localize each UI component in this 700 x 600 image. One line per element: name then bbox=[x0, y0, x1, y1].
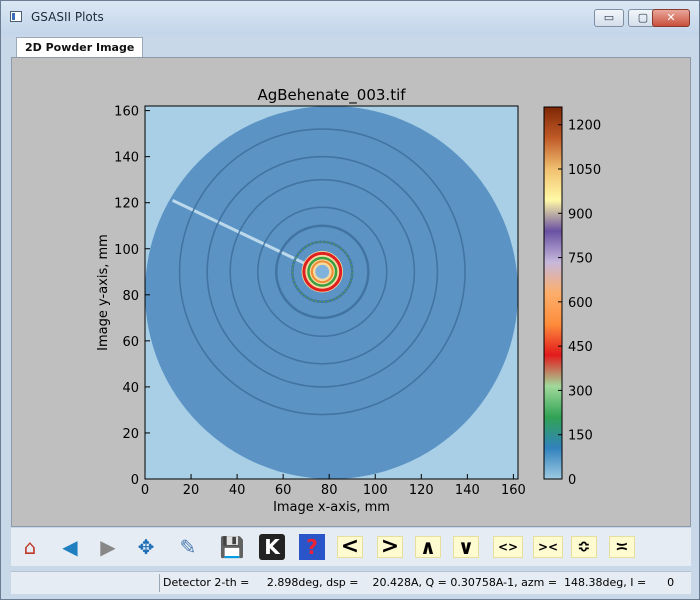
x-tick-label: 60 bbox=[275, 483, 292, 498]
colorbar-tick-label: 1200 bbox=[568, 119, 601, 134]
status-separator bbox=[159, 574, 160, 592]
tab-2d-powder-image[interactable]: 2D Powder Image bbox=[16, 37, 144, 57]
key-shrink-horizontal-button[interactable]: >< bbox=[533, 536, 563, 558]
close-button[interactable]: ✕ bbox=[652, 9, 690, 27]
window-title: GSASII Plots bbox=[31, 10, 104, 24]
back-icon[interactable]: ◀ bbox=[57, 534, 83, 560]
powder-image-chart[interactable]: 0 20 40 60 80 100 120 140 160 0 20 40 60 80 100 120 140 1… bbox=[12, 58, 690, 526]
x-axis-label: Image x-axis, mm bbox=[273, 500, 390, 515]
app-icon bbox=[10, 11, 22, 22]
key-up-button[interactable]: ∧ bbox=[415, 536, 441, 558]
help-icon[interactable]: ? bbox=[299, 534, 325, 560]
key-shrink-vertical-button[interactable]: ≍ bbox=[609, 536, 635, 558]
status-bar: Detector 2-th = 2.898deg, dsp = 20.428A,… bbox=[11, 571, 691, 594]
colorbar-tick-label: 900 bbox=[568, 207, 593, 222]
home-icon[interactable]: ⌂ bbox=[17, 534, 43, 560]
y-tick-label: 160 bbox=[114, 105, 139, 120]
x-tick-label: 120 bbox=[409, 483, 434, 498]
y-tick-label: 120 bbox=[114, 197, 139, 212]
y-axis-label: Image y-axis, mm bbox=[96, 234, 111, 351]
detector-area bbox=[145, 106, 518, 479]
key-down-button[interactable]: ∨ bbox=[453, 536, 479, 558]
plot-panel: 0 20 40 60 80 100 120 140 160 0 20 40 60 80 100 120 140 1… bbox=[11, 57, 691, 527]
y-tick-label: 40 bbox=[122, 381, 139, 396]
colorbar-tick-label: 0 bbox=[568, 473, 576, 488]
y-tick-label: 100 bbox=[114, 243, 139, 258]
y-tick-label: 60 bbox=[122, 335, 139, 350]
status-text: Detector 2-th = 2.898deg, dsp = 20.428A,… bbox=[163, 576, 675, 589]
colorbar-tick-label: 450 bbox=[568, 340, 593, 355]
colorbar-tick-label: 750 bbox=[568, 252, 593, 267]
tab-bar: 2D Powder Image bbox=[11, 35, 691, 57]
k-icon[interactable]: K bbox=[259, 534, 285, 560]
chart-title: AgBehenate_003.tif bbox=[257, 86, 406, 105]
x-tick-label: 140 bbox=[455, 483, 480, 498]
x-tick-label: 0 bbox=[141, 483, 149, 498]
key-right-button[interactable]: > bbox=[377, 536, 403, 558]
forward-icon[interactable]: ▶ bbox=[95, 534, 121, 560]
y-tick-label: 20 bbox=[122, 427, 139, 442]
colorbar-tick-label: 600 bbox=[568, 296, 593, 311]
y-tick-label: 140 bbox=[114, 151, 139, 166]
y-tick-label: 0 bbox=[131, 473, 139, 488]
title-bar[interactable]: GSASII Plots ▭ ▢ ✕ bbox=[1, 1, 699, 35]
colorbar-tick-label: 150 bbox=[568, 429, 593, 444]
plot-toolbar: ⌂ ◀ ▶ ✥ ✎ 💾 K ? < > ∧ ∨ <> >< ≎ ≍ bbox=[11, 528, 691, 566]
zoom-icon[interactable]: ✎ bbox=[175, 534, 201, 560]
x-tick-label: 20 bbox=[183, 483, 200, 498]
key-expand-horizontal-button[interactable]: <> bbox=[493, 536, 523, 558]
pan-icon[interactable]: ✥ bbox=[133, 534, 159, 560]
x-tick-label: 80 bbox=[321, 483, 338, 498]
colorbar-tick-label: 1050 bbox=[568, 163, 601, 178]
key-expand-vertical-button[interactable]: ≎ bbox=[571, 536, 597, 558]
key-left-button[interactable]: < bbox=[337, 536, 363, 558]
minimize-button[interactable]: ▭ bbox=[594, 9, 624, 27]
x-tick-label: 40 bbox=[229, 483, 246, 498]
colorbar bbox=[543, 106, 563, 480]
save-icon[interactable]: 💾 bbox=[219, 534, 245, 560]
colorbar-tick-label: 300 bbox=[568, 384, 593, 399]
x-tick-label: 160 bbox=[501, 483, 526, 498]
y-tick-label: 80 bbox=[122, 289, 139, 304]
beam-center bbox=[315, 264, 330, 279]
x-tick-label: 100 bbox=[363, 483, 388, 498]
plot-window: GSASII Plots ▭ ▢ ✕ 2D Powder Image 0 20 40… bbox=[0, 0, 700, 600]
